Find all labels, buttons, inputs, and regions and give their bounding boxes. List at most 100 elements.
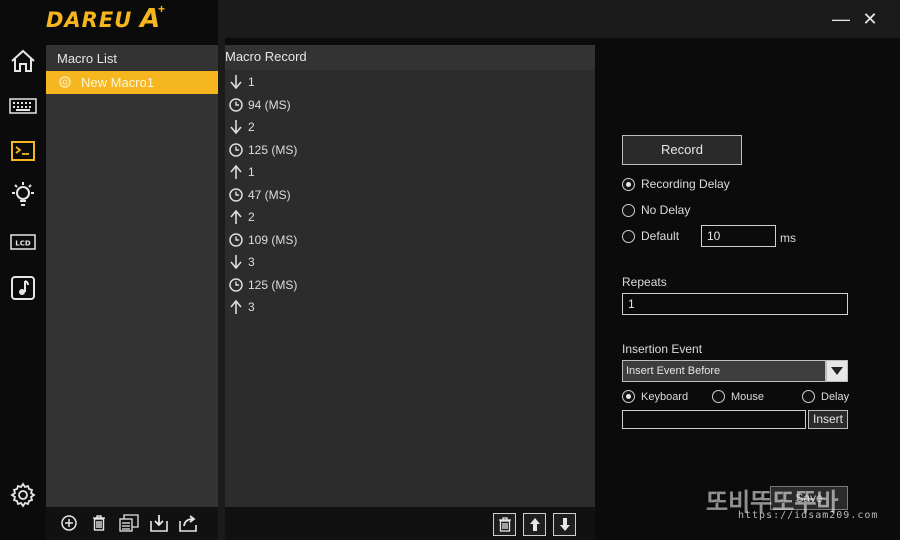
add-icon[interactable] [59,513,79,533]
save-button[interactable]: Save [770,486,848,510]
chevron-down-icon [831,367,843,375]
record-button[interactable]: Record [622,135,742,165]
logo-area: DAREU A + [0,0,218,40]
radio-recording-delay[interactable] [622,177,635,191]
insert-type-keyboard[interactable]: Keyboard [622,390,688,403]
panel-divider [218,0,225,540]
record-event-row[interactable]: 1 [225,161,595,183]
insert-button[interactable]: Insert [808,410,848,429]
arrow-down-icon [230,120,242,135]
import-icon[interactable] [149,513,169,533]
arrow-down-icon [230,75,242,90]
radio-label: Mouse [731,390,765,403]
repeats-label: Repeats [622,275,667,289]
record-event-row[interactable]: 2 [225,206,595,228]
record-event-list[interactable]: 1 94 (MS) 2 125 (MS) 1 47 (MS) 2 109 (MS) 3 125 (… [225,70,595,507]
radio-default-delay[interactable] [622,229,635,243]
lcd-icon[interactable]: LCD [8,227,38,257]
lightbulb-icon[interactable] [8,180,38,210]
move-down-icon [559,518,570,531]
record-title-bar: Macro Record [225,45,595,69]
repeats-input[interactable]: 1 [622,293,848,315]
macro-record-title: Macro Record [225,49,307,64]
macro-record-toolbar [225,507,595,540]
move-up-button[interactable] [523,513,546,536]
delay-option-default[interactable]: Default [622,229,679,243]
clock-icon [229,277,243,292]
sidebar: LCD [0,40,46,540]
radio-label: Delay [821,390,850,403]
music-note-icon[interactable] [8,273,38,303]
radio-label: Default [641,229,680,243]
delay-option-recording[interactable]: Recording Delay [622,177,730,191]
record-event-text: 125 (MS) [248,277,298,292]
default-delay-input[interactable]: 10 [701,225,776,247]
home-icon[interactable] [8,46,38,76]
move-down-button[interactable] [553,513,576,536]
record-event-row[interactable]: 3 [225,251,595,273]
record-event-text: 1 [248,75,255,89]
gear-icon[interactable] [8,480,38,510]
close-button[interactable]: ✕ [861,10,879,28]
arrow-up-icon [230,209,242,224]
brand-logo: DAREU [46,8,133,32]
macro-list-toolbar [46,507,218,540]
record-event-row[interactable]: 125 (MS) [225,274,595,296]
minimize-button[interactable]: — [832,10,850,28]
title-strip [225,0,900,38]
arrow-up-icon [230,299,242,314]
macro-terminal-icon[interactable] [8,136,38,166]
copy-icon[interactable] [119,513,139,533]
macro-item-label: New Macro1 [81,75,154,90]
insert-type-delay[interactable]: Delay [802,390,849,403]
app-window: DAREU A + — ✕ LCD Macro List New Macro1 … [0,0,900,540]
macro-list-item[interactable]: New Macro1 [46,71,218,94]
trash-icon [498,517,511,532]
record-event-text: 125 (MS) [248,142,298,157]
clock-icon [229,187,243,202]
macro-list-title: Macro List [57,51,117,66]
radio-delay[interactable] [802,390,815,403]
radio-no-delay[interactable] [622,203,635,217]
record-event-row[interactable]: 3 [225,296,595,318]
radio-label: No Delay [641,203,691,217]
export-icon[interactable] [178,513,198,533]
move-up-icon [529,518,540,531]
radio-mouse[interactable] [712,390,725,403]
insertion-event-select[interactable]: Insert Event Before [622,360,826,382]
record-event-text: 94 (MS) [248,97,291,112]
record-event-text: 3 [248,300,255,314]
insert-type-mouse[interactable]: Mouse [712,390,764,403]
record-event-text: 1 [248,165,255,179]
arrow-down-icon [230,255,242,270]
record-event-row[interactable]: 1 [225,71,595,93]
delay-option-none[interactable]: No Delay [622,203,690,217]
record-event-text: 3 [248,255,255,269]
insert-event-input[interactable] [622,410,806,429]
dropdown-arrow-button[interactable] [826,360,848,382]
record-event-text: 2 [248,120,255,134]
record-event-text: 2 [248,210,255,224]
trash-icon[interactable] [89,513,109,533]
record-event-row[interactable]: 109 (MS) [225,229,595,251]
keyboard-icon[interactable] [8,91,38,121]
radio-keyboard[interactable] [622,390,635,403]
record-event-row[interactable]: 94 (MS) [225,94,595,116]
record-event-row[interactable]: 47 (MS) [225,184,595,206]
macro-list-panel: Macro List New Macro1 [46,45,218,507]
record-event-row[interactable]: 2 [225,116,595,138]
svg-text:LCD: LCD [15,240,31,248]
macro-record-panel: Macro Record 1 94 (MS) 2 125 (MS) 1 47 (MS) 2 1… [225,45,595,507]
clock-icon [229,232,243,247]
record-event-row[interactable]: 125 (MS) [225,139,595,161]
settings-panel [595,40,900,540]
macro-gear-icon [59,76,71,88]
delay-unit-label: ms [780,231,796,245]
insertion-event-label: Insertion Event [622,342,703,356]
record-event-text: 109 (MS) [248,232,298,247]
radio-label: Recording Delay [641,177,730,191]
delete-event-button[interactable] [493,513,516,536]
radio-label: Keyboard [641,390,689,403]
record-event-text: 47 (MS) [248,187,291,202]
clock-icon [229,97,243,112]
